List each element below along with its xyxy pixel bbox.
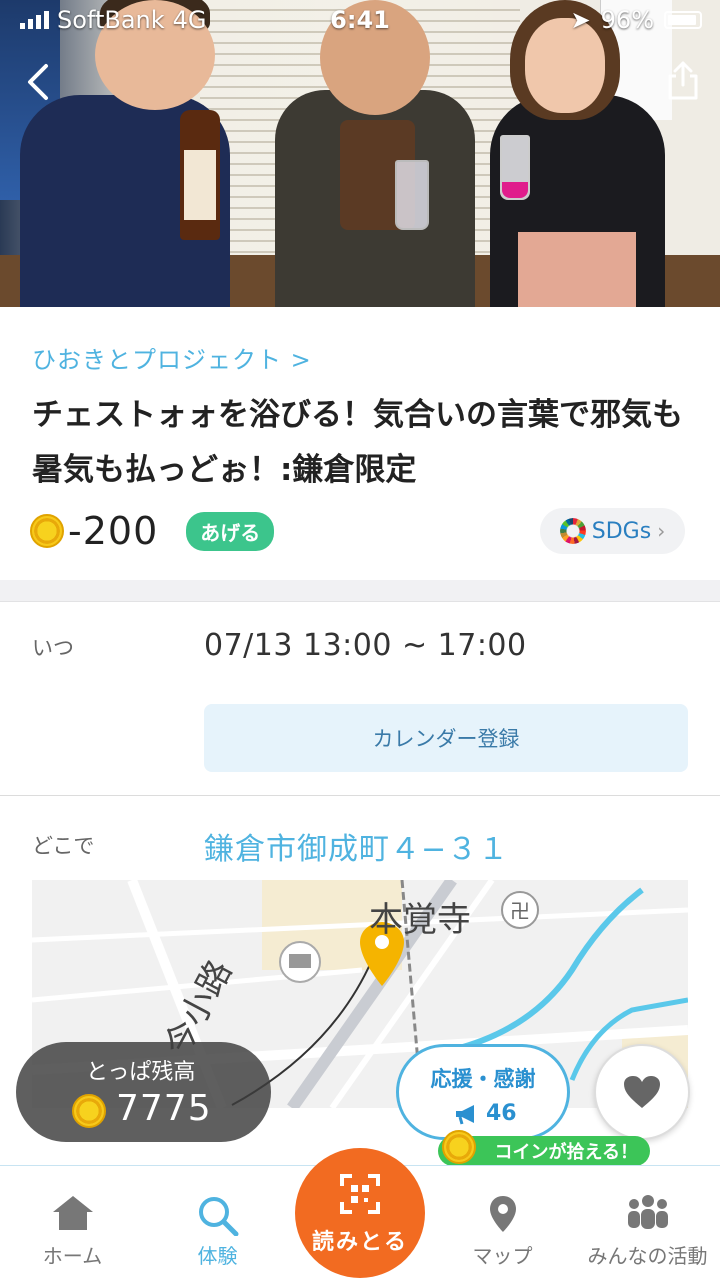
coin-icon xyxy=(72,1094,106,1128)
bottle-label xyxy=(184,150,216,220)
give-badge: あげる xyxy=(186,511,275,551)
svg-text:卍: 卍 xyxy=(510,899,530,923)
support-count-row: 46 xyxy=(454,1101,517,1126)
coin-banner-text: コインが拾える！ xyxy=(494,1142,638,1163)
tab-label: ホーム xyxy=(42,1244,103,1268)
points-value: -200 xyxy=(68,509,159,553)
tab-label: マップ xyxy=(472,1244,533,1268)
status-bar: SoftBank 4G 6:41 ➤ 96% xyxy=(0,0,720,40)
megaphone-icon xyxy=(456,1104,474,1124)
sdgs-wheel-icon xyxy=(559,518,586,544)
calendar-register-button[interactable]: カレンダー登録 xyxy=(204,704,688,772)
section-divider xyxy=(0,580,720,602)
tab-label: 体験 xyxy=(197,1244,238,1268)
qr-scan-icon xyxy=(340,1174,380,1214)
map-place-label: 本覚寺 xyxy=(369,900,471,940)
balance-widget[interactable]: とっぱ残高 7775 xyxy=(16,1042,271,1142)
address-link[interactable]: 鎌倉市御成町４−３１ xyxy=(204,824,509,868)
location-arrow-icon: ➤ xyxy=(570,6,591,34)
back-button[interactable] xyxy=(24,60,60,104)
home-icon xyxy=(52,1196,93,1230)
tab-home[interactable]: ホーム xyxy=(0,1166,145,1280)
chevron-right-icon: › xyxy=(657,519,666,543)
support-thanks-button[interactable]: 応援・感謝 46 xyxy=(396,1044,570,1140)
when-value: 07/13 13:00 ~ 17:00 xyxy=(204,628,527,663)
support-count: 46 xyxy=(486,1101,517,1126)
glass xyxy=(395,160,429,230)
favorite-button[interactable] xyxy=(594,1044,690,1140)
tab-community[interactable]: みんなの活動 xyxy=(575,1166,720,1280)
status-right: ➤ 96% xyxy=(571,6,702,34)
where-label: どこで xyxy=(32,834,95,858)
heart-icon xyxy=(624,1076,660,1108)
event-hero-photo xyxy=(0,0,720,307)
scan-label: 読みとる xyxy=(311,1230,408,1255)
sdgs-button[interactable]: SDGs › xyxy=(540,508,685,554)
event-title: チェストォォを浴びる！気合いの言葉で邪気も暑気も払っどぉ！:鎌倉限定 xyxy=(32,397,683,488)
coin-icon xyxy=(30,514,64,548)
share-icon xyxy=(668,61,698,100)
person-right-skirt xyxy=(518,232,636,307)
chevron-left-icon xyxy=(28,64,48,100)
battery-percent: 96% xyxy=(600,6,654,34)
when-label: いつ xyxy=(32,636,74,660)
coin-icon xyxy=(442,1130,476,1164)
balance-value: 7775 xyxy=(116,1088,212,1129)
tab-label: みんなの活動 xyxy=(587,1244,708,1268)
tab-experience[interactable]: 体験 xyxy=(145,1166,290,1280)
glass-drink xyxy=(502,182,528,198)
tab-scan[interactable]: 読みとる xyxy=(295,1148,425,1278)
balance-label: とっぱ残高 xyxy=(86,1060,196,1085)
points-row: -200 あげる xyxy=(30,508,275,554)
tab-map[interactable]: マップ xyxy=(430,1166,575,1280)
people-icon xyxy=(627,1195,668,1229)
support-label: 応援・感謝 xyxy=(430,1067,536,1091)
divider xyxy=(0,795,720,796)
map-pin-icon xyxy=(489,1196,516,1232)
search-icon xyxy=(198,1197,238,1236)
share-button[interactable] xyxy=(662,58,704,102)
coin-pickup-banner[interactable]: コインが拾える！ xyxy=(438,1130,650,1166)
sdgs-label: SDGs xyxy=(591,518,652,544)
organizer-link[interactable]: ひおきとプロジェクト > xyxy=(32,340,312,375)
battery-icon xyxy=(664,11,702,29)
